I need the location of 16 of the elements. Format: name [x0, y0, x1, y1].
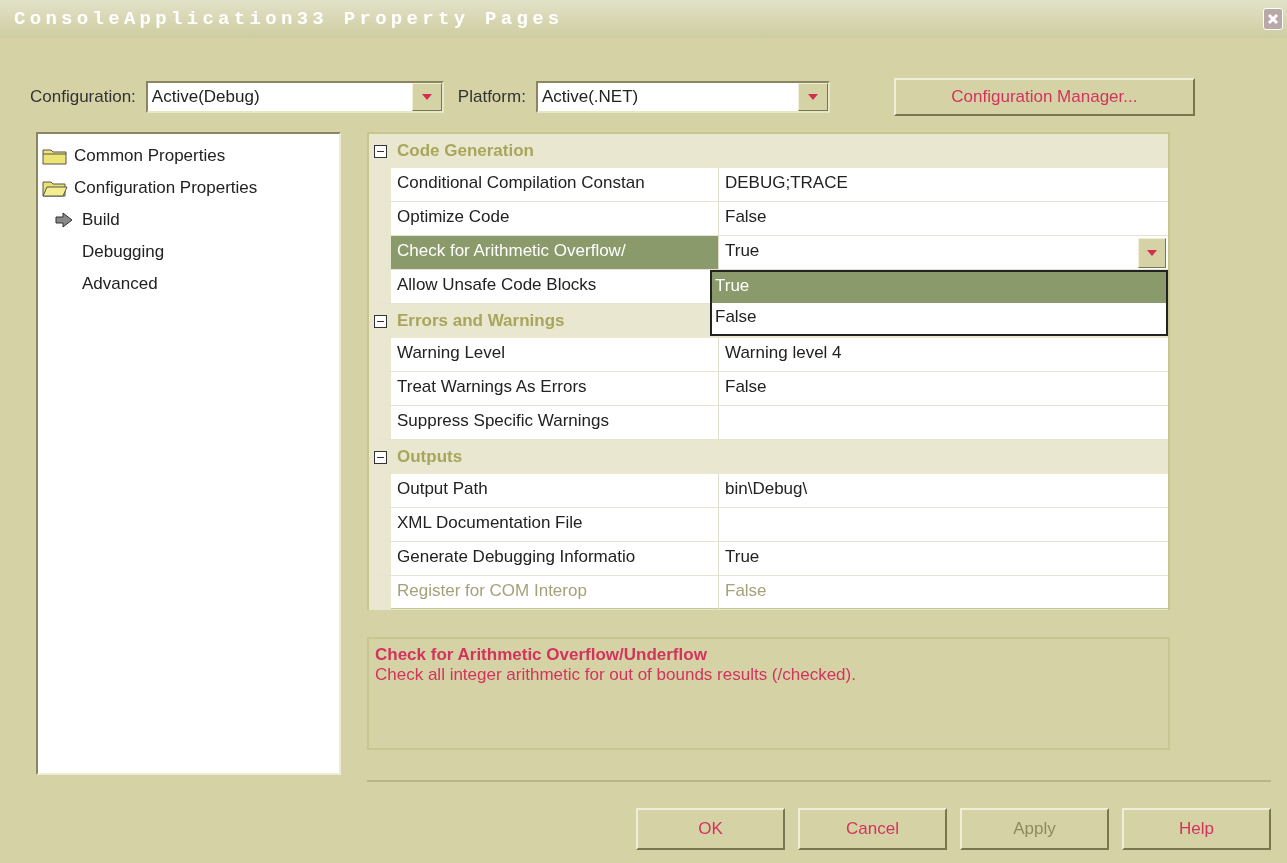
property-value: DEBUG;TRACE [725, 173, 848, 192]
category-header: Outputs [396, 447, 463, 467]
platform-label: Platform: [457, 87, 526, 107]
description-text: Check all integer arithmetic for out of bounds results (/checked). [375, 665, 856, 684]
property-value: bin\Debug\ [725, 479, 808, 498]
property-value: True [725, 547, 760, 566]
category-header: Errors and Warnings [396, 311, 565, 331]
configuration-label: Configuration: [30, 87, 136, 107]
property-value: False [725, 207, 767, 226]
property-value: True [725, 241, 760, 260]
window-title: ConsoleApplication33 Property Pages [14, 8, 564, 30]
property-value: False [725, 581, 767, 600]
category-header: Code Generation [396, 141, 534, 161]
description-title: Check for Arithmetic Overflow/Underflow [375, 645, 708, 665]
property-value: Warning level 4 [725, 343, 842, 362]
property-value: False [725, 377, 767, 396]
